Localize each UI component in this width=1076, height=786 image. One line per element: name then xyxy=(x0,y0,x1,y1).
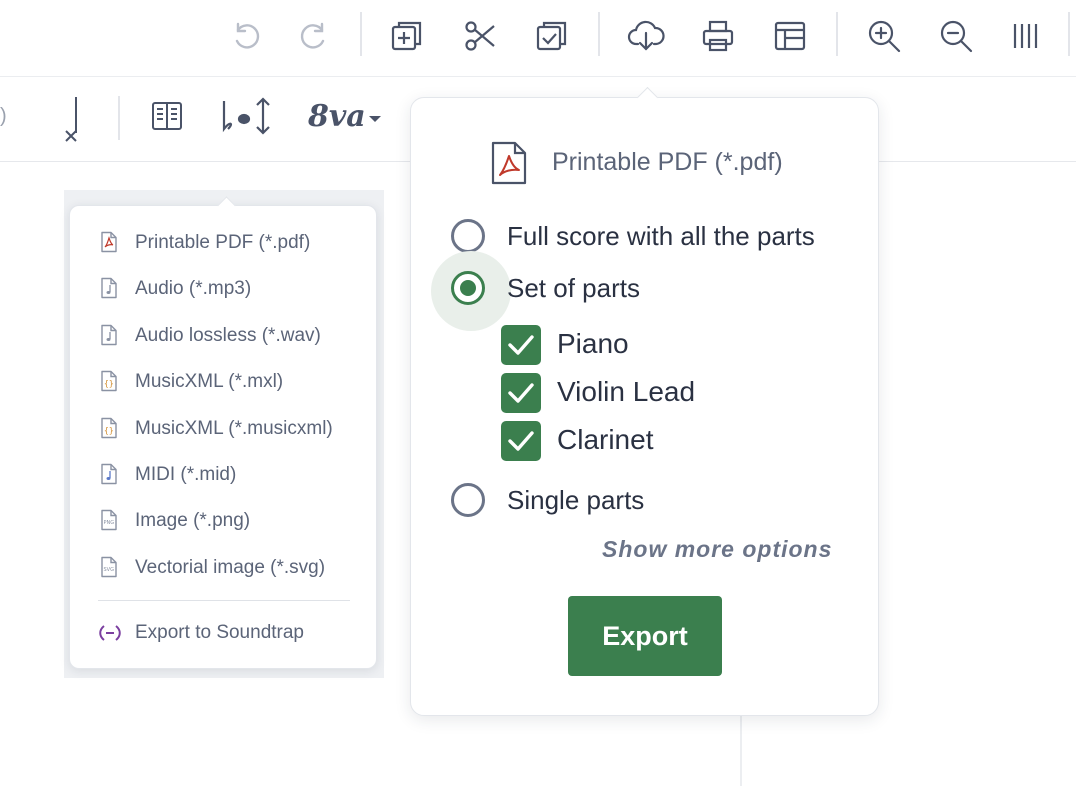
export-menu-item[interactable]: Audio lossless (*.wav) xyxy=(70,316,378,356)
undo-icon[interactable] xyxy=(224,14,268,58)
transpose-icon[interactable] xyxy=(218,95,274,142)
export-menu-item-label: Vectorial image (*.svg) xyxy=(135,556,326,578)
cut-icon[interactable] xyxy=(458,14,502,58)
barlines-icon[interactable] xyxy=(1004,14,1048,58)
export-menu-item-label: Image (*.png) xyxy=(135,510,251,532)
export-panel: Printable PDF (*.pdf) Full score with al… xyxy=(410,86,879,716)
png-file-icon: PNG xyxy=(100,509,118,531)
book-icon[interactable] xyxy=(148,97,186,140)
radio-single-parts[interactable] xyxy=(431,463,511,543)
check-icon xyxy=(508,431,534,451)
menu-divider xyxy=(98,600,350,601)
export-menu-item-label: MusicXML (*.mxl) xyxy=(135,371,284,393)
option-single-parts-label[interactable]: Single parts xyxy=(507,485,644,516)
svg-text:PNG: PNG xyxy=(104,520,115,526)
zoom-in-icon[interactable] xyxy=(862,14,906,58)
top-toolbar xyxy=(0,0,1076,77)
export-menu-item[interactable]: MIDI (*.mid) xyxy=(70,455,378,495)
layout-icon[interactable] xyxy=(768,14,812,58)
download-icon[interactable] xyxy=(624,14,668,58)
svg-text:SVG: SVG xyxy=(104,567,115,573)
export-menu-item-label: MusicXML (*.musicxml) xyxy=(135,417,333,439)
part-violin-lead-label[interactable]: Violin Lead xyxy=(557,376,695,408)
part-clarinet-label[interactable]: Clarinet xyxy=(557,424,653,456)
panel-title: Printable PDF (*.pdf) xyxy=(552,148,783,176)
ottava-button[interactable]: 8va xyxy=(308,99,366,134)
musicxml-file-icon: {} xyxy=(100,370,118,392)
soundtrap-icon xyxy=(98,623,122,645)
export-menu-item[interactable]: Audio (*.mp3) xyxy=(70,269,378,309)
export-menu-item-label: MIDI (*.mid) xyxy=(135,464,237,485)
pdf-file-icon xyxy=(490,140,528,191)
option-full-score-label[interactable]: Full score with all the parts xyxy=(507,221,815,252)
zoom-out-icon[interactable] xyxy=(934,14,978,58)
export-menu-item-label: Printable PDF (*.pdf) xyxy=(135,232,311,253)
midi-file-icon xyxy=(100,463,118,485)
pdf-file-icon xyxy=(100,231,118,253)
print-icon[interactable] xyxy=(696,14,740,58)
soundtrap-label: Export to Soundtrap xyxy=(135,622,304,643)
checkbox-clarinet[interactable] xyxy=(501,421,541,461)
duplicate-icon[interactable] xyxy=(385,14,429,58)
option-set-of-parts-label[interactable]: Set of parts xyxy=(507,273,640,304)
toolbar-divider xyxy=(360,12,362,56)
radio-circle-selected xyxy=(451,271,485,305)
note-stem-icon[interactable] xyxy=(58,95,88,148)
audio-file-icon xyxy=(100,324,118,346)
toolbar-divider xyxy=(598,12,600,56)
export-menu-item-label: Audio (*.mp3) xyxy=(135,278,252,300)
export-menu-item[interactable]: SVG Vectorial image (*.svg) xyxy=(70,548,378,588)
toolbar-divider xyxy=(1068,12,1070,56)
export-menu-item[interactable]: Printable PDF (*.pdf) xyxy=(70,223,378,263)
toolbar-divider xyxy=(836,12,838,56)
musicxml-file-icon: {} xyxy=(100,417,118,439)
export-menu-item[interactable]: {} MusicXML (*.musicxml) xyxy=(70,409,378,449)
audio-file-icon xyxy=(100,277,118,299)
radio-circle xyxy=(451,219,485,253)
export-format-menu: Printable PDF (*.pdf) Audio (*.mp3) Audio … xyxy=(69,196,378,669)
show-more-options-link[interactable]: Show more options xyxy=(602,536,832,563)
paste-icon[interactable] xyxy=(530,14,574,58)
check-icon xyxy=(508,335,534,355)
part-piano-label[interactable]: Piano xyxy=(557,328,629,360)
radio-circle xyxy=(451,483,485,517)
export-menu-item[interactable]: {} MusicXML (*.mxl) xyxy=(70,362,378,402)
export-button[interactable]: Export xyxy=(568,596,722,676)
svg-text:{}: {} xyxy=(104,426,114,435)
radio-set-of-parts[interactable] xyxy=(431,251,511,331)
checkbox-piano[interactable] xyxy=(501,325,541,365)
export-menu-item[interactable]: PNG Image (*.png) xyxy=(70,501,378,541)
export-to-soundtrap-item[interactable]: Export to Soundtrap xyxy=(70,613,378,653)
chevron-down-icon[interactable] xyxy=(368,111,382,129)
partial-icon: ) xyxy=(0,105,7,127)
checkbox-violin-lead[interactable] xyxy=(501,373,541,413)
redo-icon[interactable] xyxy=(292,14,336,58)
export-menu-item-label: Audio lossless (*.wav) xyxy=(135,324,321,346)
toolbar-divider xyxy=(118,96,120,140)
svg-text:{}: {} xyxy=(104,379,114,388)
check-icon xyxy=(508,383,534,403)
svg-file-icon: SVG xyxy=(100,556,118,578)
